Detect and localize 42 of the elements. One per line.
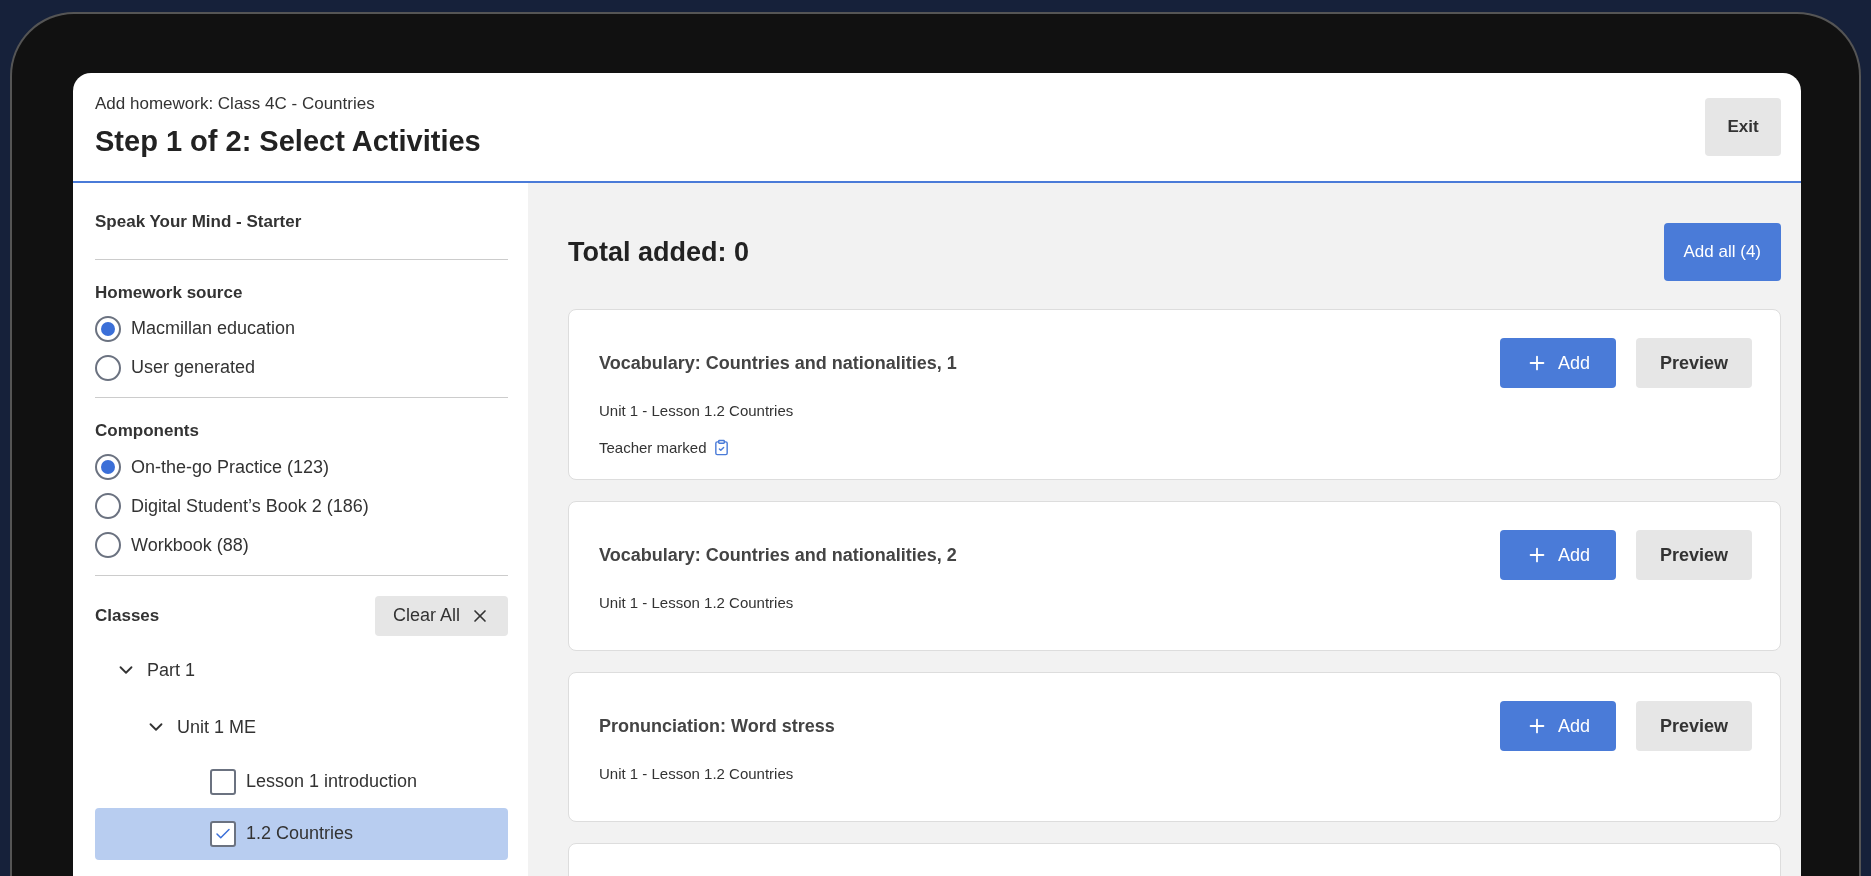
marking-text: Teacher marked [599, 437, 707, 458]
section-heading: Homework source [95, 281, 244, 304]
tree-item-label: Lesson 1 introduction [246, 770, 418, 793]
tree-item[interactable]: Unit 1 ME [177, 713, 257, 741]
lesson-text: Unit 1 - Lesson 1.2 Countries [599, 764, 795, 784]
total-added-heading: Total added: 0 [568, 235, 749, 269]
tree-item[interactable]: Part 1 [147, 656, 196, 684]
radio-label: On-the-go Practice (123) [131, 455, 330, 479]
activity-title: Vocabulary: Countries and nationalities, 2 [599, 543, 957, 567]
activity-title: Pronunciation: Word stress [599, 714, 835, 738]
add-button[interactable]: Add [1500, 530, 1616, 580]
section-heading: Components [95, 420, 200, 442]
lesson-text: Unit 1 - Lesson 1.2 Countries [599, 593, 795, 613]
section-heading: Classes [95, 604, 160, 627]
lesson-text: Unit 1 - Lesson 1.2 Countries [599, 401, 795, 421]
add-all-button[interactable]: Add all (4) [1663, 223, 1781, 281]
add-button[interactable]: Add [1500, 701, 1616, 751]
radio-button[interactable] [95, 493, 121, 519]
page-title: Step 1 of 2: Select Activities [95, 124, 481, 159]
course-name: Speak Your Mind - Starter [95, 211, 303, 233]
radio-label: Workbook (88) [131, 533, 249, 557]
radio-button[interactable] [95, 454, 121, 480]
clipboard-check-icon [712, 439, 730, 457]
preview-button[interactable]: Preview [1636, 338, 1752, 388]
checkbox[interactable] [210, 820, 236, 847]
radio-label: User generated [131, 356, 256, 379]
tree-row[interactable]: Lesson 1 introduction [95, 755, 508, 808]
tree-row[interactable]: 1.2 Countries [95, 807, 508, 860]
activity-title: Vocabulary: Countries and nationalities, 1 [599, 351, 957, 375]
radio-button[interactable] [95, 532, 121, 558]
preview-button[interactable]: Preview [1636, 701, 1752, 751]
checkbox[interactable] [210, 768, 236, 795]
tree-item-label: 1.2 Countries [246, 822, 354, 845]
radio-button[interactable] [95, 315, 121, 342]
radio-button[interactable] [95, 354, 121, 381]
radio-label: Digital Student’s Book 2 (186) [131, 494, 369, 518]
add-button[interactable]: Add [1500, 338, 1616, 388]
clear-all-button[interactable]: Clear All [374, 595, 508, 636]
preview-button[interactable]: Preview [1636, 530, 1752, 580]
radio-label: Macmillan education [131, 317, 296, 340]
breadcrumb-text: Add homework: Class 4C - Countries [95, 92, 376, 115]
exit-button[interactable]: Exit [1705, 98, 1781, 156]
